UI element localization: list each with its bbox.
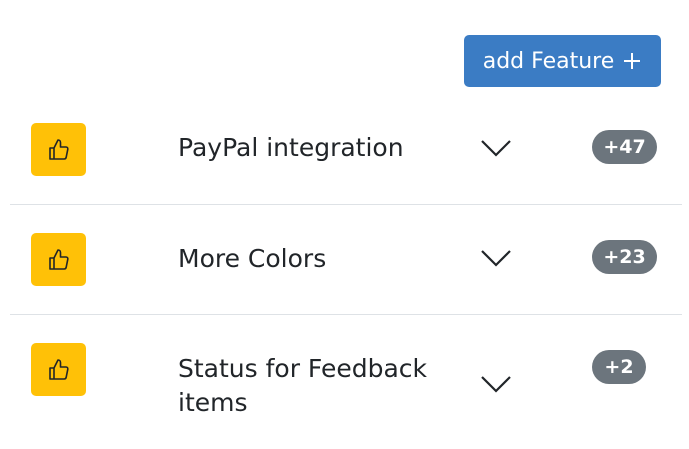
upvote-button[interactable]: [31, 233, 86, 286]
thumbs-up-icon: [48, 358, 69, 380]
feature-list: PayPal integration +47 More Colors +23 S…: [10, 96, 682, 435]
feature-row: More Colors +23: [10, 205, 682, 315]
feature-title: More Colors: [178, 244, 327, 273]
add-feature-button[interactable]: add Feature: [464, 35, 661, 87]
chevron-down-icon[interactable]: [480, 138, 512, 158]
vote-count-badge: +2: [592, 350, 646, 384]
add-feature-label: add Feature: [482, 48, 615, 74]
vote-count-badge: +47: [592, 130, 657, 164]
feature-title: PayPal integration: [178, 133, 404, 162]
plus-icon: [622, 51, 642, 71]
chevron-down-icon[interactable]: [480, 374, 512, 394]
feature-row: Status for Feedback items +2: [10, 315, 682, 435]
feature-title: Status for Feedback items: [178, 354, 427, 417]
upvote-button[interactable]: [31, 343, 86, 396]
feature-row: PayPal integration +47: [10, 96, 682, 205]
upvote-button[interactable]: [31, 123, 86, 176]
vote-count-badge: +23: [592, 240, 657, 274]
chevron-down-icon[interactable]: [480, 248, 512, 268]
thumbs-up-icon: [48, 248, 69, 270]
thumbs-up-icon: [48, 138, 69, 160]
